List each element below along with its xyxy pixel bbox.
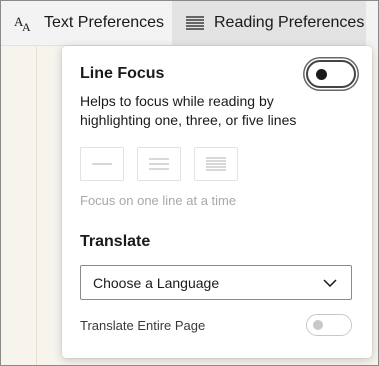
- tab-reading-preferences-label: Reading Preferences: [214, 13, 365, 31]
- toggle-knob: [316, 69, 327, 80]
- translate-entire-page-label: Translate Entire Page: [80, 318, 206, 333]
- line-focus-toggle[interactable]: [306, 60, 356, 88]
- line-focus-hint: Focus on one line at a time: [80, 193, 237, 208]
- reading-preferences-panel: Line Focus Helps to focus while reading …: [62, 46, 372, 358]
- chevron-down-icon: [323, 274, 337, 292]
- reading-lines-icon: [186, 15, 204, 30]
- toggle-knob: [313, 320, 323, 330]
- line-focus-description: Helps to focus while reading by highligh…: [80, 93, 297, 128]
- translate-entire-page-toggle[interactable]: [306, 314, 352, 336]
- text-size-icon: A A: [14, 14, 34, 32]
- three-lines-icon: [149, 158, 169, 170]
- reader-toolbar: A A Text Preferences Reading Preferences: [0, 0, 379, 46]
- language-select[interactable]: Choose a Language: [80, 265, 352, 300]
- three-lines-option[interactable]: [137, 147, 181, 181]
- language-select-value: Choose a Language: [93, 274, 220, 291]
- line-focus-title: Line Focus: [80, 65, 165, 82]
- one-line-icon: [92, 163, 112, 165]
- tab-reading-preferences[interactable]: Reading Preferences: [172, 0, 368, 45]
- tab-text-preferences-label: Text Preferences: [44, 13, 165, 31]
- tab-text-preferences[interactable]: A A Text Preferences: [0, 0, 172, 45]
- five-lines-icon: [206, 157, 226, 171]
- translate-title: Translate: [80, 233, 151, 250]
- page-divider: [36, 46, 37, 366]
- toolbar-edge: [366, 0, 379, 46]
- svg-text:A: A: [22, 20, 31, 32]
- five-lines-option[interactable]: [194, 147, 238, 181]
- one-line-option[interactable]: [80, 147, 124, 181]
